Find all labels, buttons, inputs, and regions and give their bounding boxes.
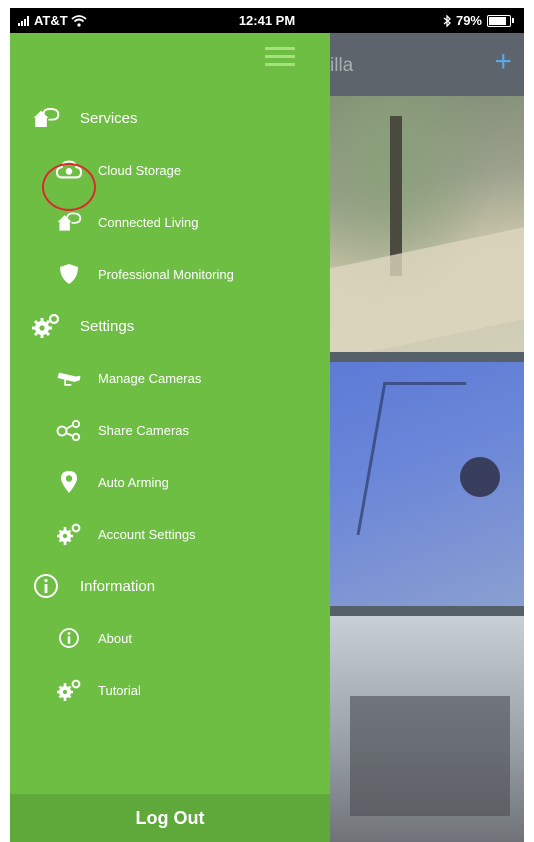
info-icon	[32, 572, 60, 600]
cloud-icon	[56, 157, 82, 183]
camera-icon	[56, 365, 82, 391]
house-icon	[32, 104, 60, 132]
menu-item-manage-cameras[interactable]: Manage Cameras	[10, 358, 330, 398]
shield-icon	[56, 261, 82, 287]
menu-item-cloud-storage[interactable]: Cloud Storage	[10, 150, 330, 190]
phone-screen: AT&T 12:41 PM 79% illa + Services Cloud …	[10, 8, 524, 842]
feed-object	[460, 457, 500, 497]
location-pin-icon	[56, 469, 82, 495]
menu-item-account-settings[interactable]: Account Settings	[10, 514, 330, 554]
add-camera-button[interactable]: +	[494, 47, 512, 77]
menu-item-auto-arming[interactable]: Auto Arming	[10, 462, 330, 502]
menu-section-information[interactable]: Information	[10, 566, 330, 606]
house-icon	[56, 209, 82, 235]
menu-section-label: Information	[80, 577, 156, 595]
menu-item-label: Cloud Storage	[98, 162, 182, 178]
info-icon	[56, 625, 82, 651]
feed-object	[356, 382, 467, 535]
camera-feed-tile[interactable]	[330, 96, 524, 352]
bluetooth-icon	[443, 14, 451, 27]
menu-section-services[interactable]: Services	[10, 98, 330, 138]
menu-item-label: Share Cameras	[98, 422, 190, 438]
side-drawer: Services Cloud Storage Connected Living	[10, 33, 330, 842]
camera-feed-tile[interactable]	[330, 362, 524, 606]
share-icon	[56, 417, 82, 443]
menu-section-label: Services	[80, 109, 138, 127]
menu-item-label: Connected Living	[98, 214, 199, 230]
gear-icon	[56, 677, 82, 703]
battery-nub	[512, 18, 514, 23]
gear-icon	[32, 312, 60, 340]
menu-item-share-cameras[interactable]: Share Cameras	[10, 410, 330, 450]
battery-icon	[487, 14, 511, 27]
menu-item-tutorial[interactable]: Tutorial	[10, 670, 330, 710]
menu-item-label: About	[98, 630, 132, 646]
menu-section-label: Settings	[80, 317, 135, 335]
menu-item-label: Manage Cameras	[98, 370, 202, 386]
logout-button[interactable]: Log Out	[10, 794, 330, 842]
gear-icon	[56, 521, 82, 547]
status-right: 79%	[443, 13, 514, 28]
menu-item-label: Tutorial	[98, 682, 141, 698]
feed-path	[330, 215, 524, 352]
menu-item-professional-monitoring[interactable]: Professional Monitoring	[10, 254, 330, 294]
status-bar: AT&T 12:41 PM 79%	[10, 8, 524, 33]
feed-tree	[390, 116, 402, 276]
app-brand-logo: illa	[330, 55, 354, 76]
menu-item-label: Account Settings	[98, 526, 196, 542]
menu-section-settings[interactable]: Settings	[10, 306, 330, 346]
drawer-header	[10, 33, 330, 85]
menu-item-label: Professional Monitoring	[98, 266, 234, 282]
camera-feed-tile[interactable]	[330, 616, 524, 842]
menu-item-connected-living[interactable]: Connected Living	[10, 202, 330, 242]
feed-object	[350, 696, 510, 816]
menu-item-about[interactable]: About	[10, 618, 330, 658]
battery-percent: 79%	[455, 13, 482, 28]
menu-item-label: Auto Arming	[98, 474, 169, 490]
hamburger-menu-button[interactable]	[265, 47, 295, 69]
